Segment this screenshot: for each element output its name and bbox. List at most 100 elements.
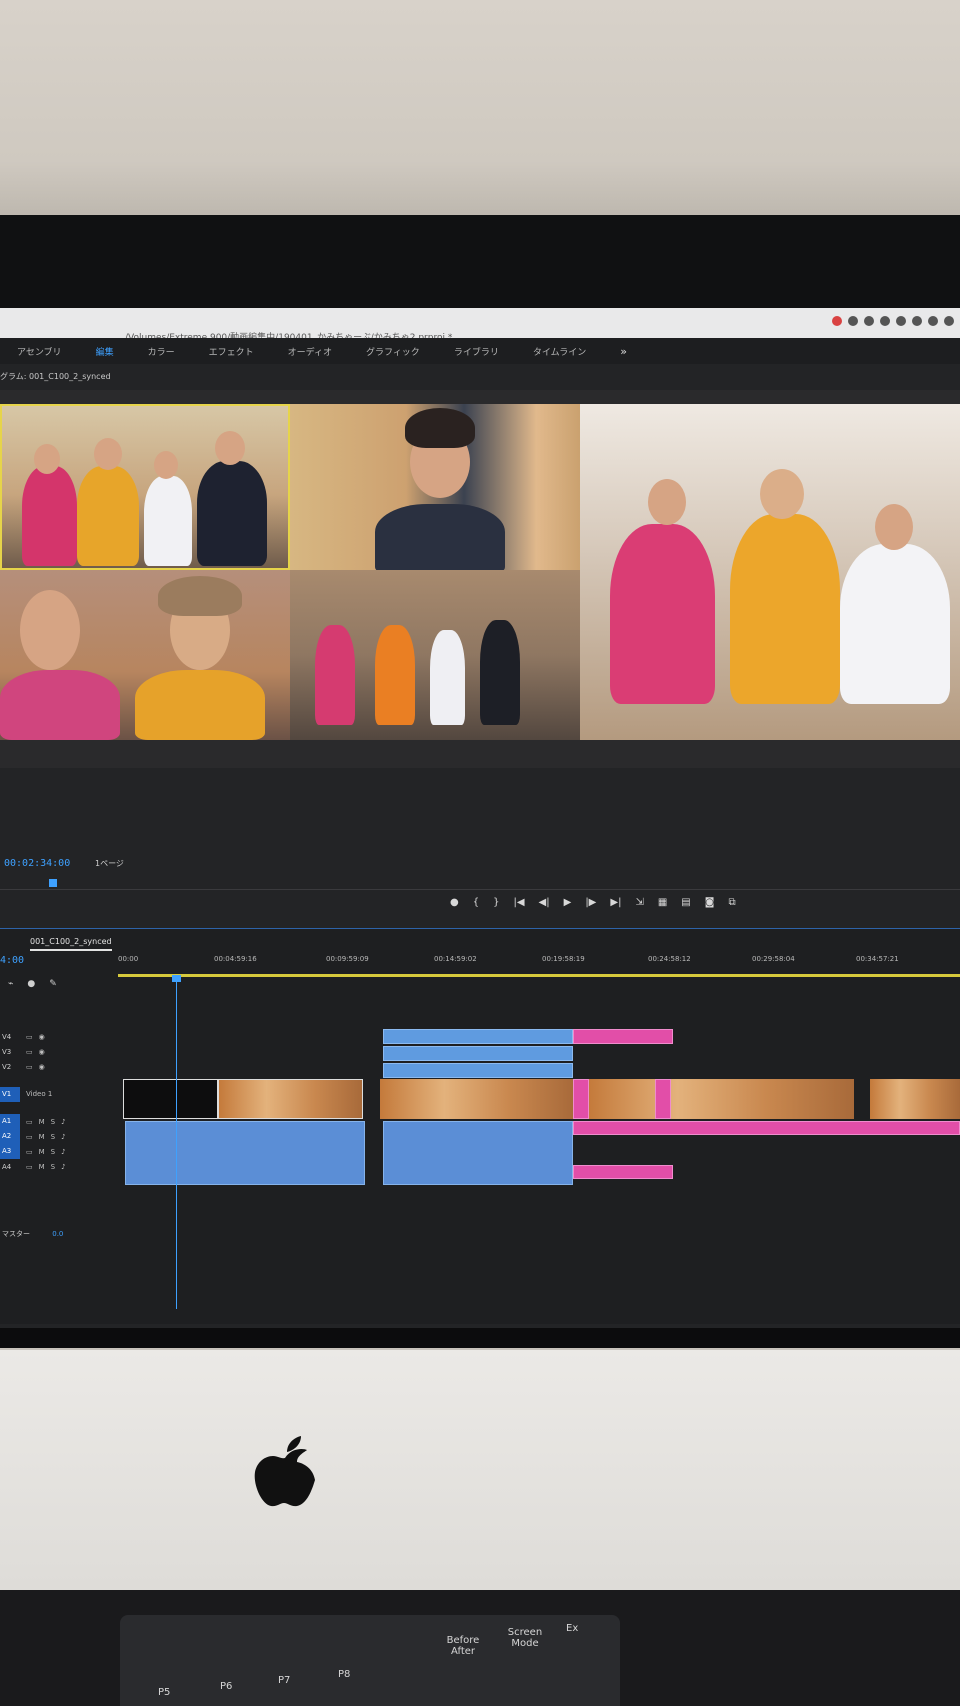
wifi-icon[interactable]: [944, 316, 954, 326]
mic-icon[interactable]: ♪: [61, 1163, 65, 1171]
sync-lock-icon[interactable]: ▭: [26, 1148, 33, 1156]
sync-lock-icon[interactable]: ▭: [26, 1048, 33, 1056]
mute-button[interactable]: M: [39, 1133, 45, 1141]
clip-v1-pink-b[interactable]: [655, 1079, 671, 1119]
key-screen-mode[interactable]: Screen Mode: [500, 1627, 550, 1649]
mic-icon[interactable]: ♪: [61, 1118, 65, 1126]
multicam-angle-1[interactable]: [0, 404, 290, 570]
eye-icon[interactable]: ◉: [39, 1048, 45, 1056]
workspace-timeline[interactable]: タイムライン: [516, 345, 603, 358]
clip-v3[interactable]: [383, 1046, 573, 1061]
sync-lock-icon[interactable]: ▭: [26, 1063, 33, 1071]
clip-v1-d[interactable]: [870, 1079, 960, 1119]
marker-icon[interactable]: ●: [450, 898, 459, 908]
mic-icon[interactable]: ♪: [61, 1148, 65, 1156]
page-select-dropdown[interactable]: 1ページ: [95, 858, 124, 869]
step-forward-icon[interactable]: |▶: [585, 898, 596, 908]
audio-clip-b[interactable]: [383, 1121, 573, 1185]
sync-icon[interactable]: [880, 316, 890, 326]
clip-v1-c[interactable]: [589, 1079, 854, 1119]
cloud-upload-icon[interactable]: [896, 316, 906, 326]
track-v1[interactable]: V1 Video 1: [0, 1074, 120, 1114]
key-exp[interactable]: Ex: [566, 1623, 578, 1634]
battery-icon[interactable]: [912, 316, 922, 326]
sync-lock-icon[interactable]: ▭: [26, 1133, 33, 1141]
wrench-icon[interactable]: ✎: [49, 979, 57, 989]
track-v2[interactable]: V2 ▭ ◉: [0, 1059, 120, 1074]
program-scrubber[interactable]: [0, 873, 960, 890]
multicam-angle-4[interactable]: [290, 570, 580, 740]
track-v3[interactable]: V3 ▭ ◉: [0, 1044, 120, 1059]
go-to-out-icon[interactable]: ▶|: [610, 898, 621, 908]
workspace-assembly[interactable]: アセンブリ: [0, 345, 79, 358]
timeline-timecode[interactable]: 4:00: [0, 955, 24, 966]
multicam-angle-3[interactable]: [0, 570, 290, 740]
clip-v1-pink-a[interactable]: [573, 1079, 589, 1119]
program-timecode[interactable]: 00:02:34:00: [4, 858, 70, 869]
workspace-edit[interactable]: 編集: [79, 345, 131, 358]
step-back-icon[interactable]: ◀|: [539, 898, 550, 908]
clip-v4-pink[interactable]: [573, 1029, 673, 1044]
dropbox-icon[interactable]: [864, 316, 874, 326]
insert-icon[interactable]: ⇲: [635, 898, 643, 908]
audio-clip-pink-b[interactable]: [573, 1165, 673, 1179]
clip-v1-b[interactable]: [380, 1079, 573, 1119]
workspace-libraries[interactable]: ライブラリ: [437, 345, 516, 358]
overwrite-icon[interactable]: ▦: [658, 898, 667, 908]
sequence-tab[interactable]: 001_C100_2_synced: [30, 937, 112, 951]
eye-icon[interactable]: ◉: [39, 1063, 45, 1071]
sync-lock-icon[interactable]: ▭: [26, 1033, 33, 1041]
clip-v1-black[interactable]: [123, 1079, 218, 1119]
camera-icon[interactable]: ◙: [705, 898, 715, 908]
track-a4[interactable]: A4 ▭ M S ♪: [0, 1159, 120, 1174]
program-playhead[interactable]: [49, 879, 57, 887]
solo-button[interactable]: S: [51, 1133, 55, 1141]
multicam-icon[interactable]: ⧉: [728, 898, 735, 908]
key-p8[interactable]: P8: [338, 1669, 350, 1680]
clock-icon[interactable]: [928, 316, 938, 326]
audio-clip-a[interactable]: [125, 1121, 365, 1185]
track-a1[interactable]: A1 ▭ M S ♪: [0, 1114, 120, 1129]
play-icon[interactable]: ▶: [564, 898, 572, 908]
audio-clip-pink-a[interactable]: [573, 1121, 960, 1135]
clip-v2[interactable]: [383, 1063, 573, 1078]
key-p6[interactable]: P6: [220, 1681, 232, 1692]
clip-v1-a[interactable]: [218, 1079, 363, 1119]
workspace-graphics[interactable]: グラフィック: [349, 345, 437, 358]
key-before-after[interactable]: Before After: [438, 1635, 488, 1657]
track-a2[interactable]: A2 ▭ M S ♪: [0, 1129, 120, 1144]
track-v4[interactable]: V4 ▭ ◉: [0, 1029, 120, 1044]
solo-button[interactable]: S: [51, 1163, 55, 1171]
mute-button[interactable]: M: [39, 1163, 45, 1171]
solo-button[interactable]: S: [51, 1148, 55, 1156]
snap-icon[interactable]: ⌁: [8, 979, 13, 989]
playhead-cap[interactable]: [172, 975, 181, 982]
master-track[interactable]: マスター 0.0: [2, 1229, 63, 1239]
notification-icon[interactable]: [832, 316, 842, 326]
key-p7[interactable]: P7: [278, 1675, 290, 1686]
multicam-angle-2[interactable]: [290, 404, 580, 570]
work-area-bar[interactable]: [118, 974, 960, 977]
mark-out-icon[interactable]: }: [493, 898, 499, 908]
solo-button[interactable]: S: [51, 1118, 55, 1126]
master-value[interactable]: 0.0: [52, 1230, 63, 1238]
timeline-playhead[interactable]: [172, 975, 181, 1309]
mute-button[interactable]: M: [39, 1148, 45, 1156]
track-a3[interactable]: A3 ▭ M S ♪: [0, 1144, 120, 1159]
lift-icon[interactable]: ▤: [681, 898, 690, 908]
mark-in-icon[interactable]: {: [473, 898, 479, 908]
cloud-icon[interactable]: [848, 316, 858, 326]
workspace-effects[interactable]: エフェクト: [192, 345, 271, 358]
mic-icon[interactable]: ♪: [61, 1133, 65, 1141]
multicam-angle-5[interactable]: [580, 404, 960, 740]
eye-icon[interactable]: ◉: [39, 1033, 45, 1041]
sync-lock-icon[interactable]: ▭: [26, 1163, 33, 1171]
workspace-audio[interactable]: オーディオ: [271, 345, 349, 358]
sync-lock-icon[interactable]: ▭: [26, 1118, 33, 1126]
marker-add-icon[interactable]: ●: [27, 979, 35, 989]
clip-v4[interactable]: [383, 1029, 573, 1044]
key-p5[interactable]: P5: [158, 1687, 170, 1698]
go-to-in-icon[interactable]: |◀: [513, 898, 524, 908]
mute-button[interactable]: M: [39, 1118, 45, 1126]
workspace-more-button[interactable]: »: [603, 345, 644, 358]
